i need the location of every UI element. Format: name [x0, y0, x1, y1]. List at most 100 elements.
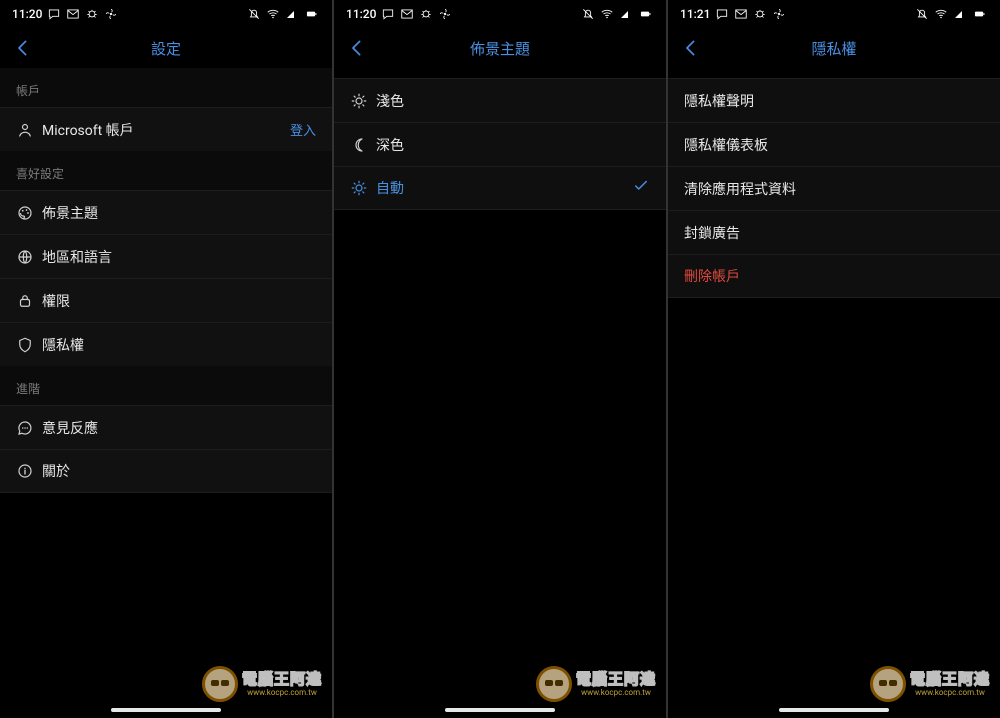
row-label: 意見反應	[42, 418, 316, 438]
watermark-avatar-icon	[870, 666, 906, 702]
mute-icon	[247, 7, 261, 21]
row-clear-app-data[interactable]: 清除應用程式資料	[668, 166, 1000, 210]
chat-icon	[47, 7, 61, 21]
row-block-ads[interactable]: 封鎖廣告	[668, 210, 1000, 254]
wifi-icon	[600, 7, 614, 21]
chat-icon	[381, 7, 395, 21]
gmail-icon	[400, 7, 414, 21]
watermark-avatar-icon	[202, 666, 238, 702]
home-indicator[interactable]	[445, 708, 555, 712]
status-bar: 11:20	[334, 0, 666, 28]
row-permissions[interactable]: 權限	[0, 278, 332, 322]
check-icon	[632, 177, 650, 199]
signal-icon	[619, 8, 631, 20]
row-ms-account[interactable]: Microsoft 帳戶 登入	[0, 107, 332, 151]
row-label: 深色	[376, 135, 650, 155]
watermark: 電腦王阿達 www.kocpc.com.tw	[870, 666, 990, 702]
row-theme-auto[interactable]: 自動	[334, 166, 666, 210]
battery-icon	[636, 7, 654, 21]
status-bar: 11:21	[668, 0, 1000, 28]
battery-icon	[970, 7, 988, 21]
battery-icon	[302, 7, 320, 21]
nav-bar: 設定	[0, 28, 332, 68]
row-privacy-dashboard[interactable]: 隱私權儀表板	[668, 122, 1000, 166]
section-advanced: 進階	[0, 366, 332, 405]
row-label: 隱私權聲明	[684, 91, 984, 111]
row-label: 地區和語言	[42, 247, 316, 267]
watermark-url: www.kocpc.com.tw	[242, 689, 322, 697]
lock-icon	[16, 292, 42, 310]
bug-icon	[753, 7, 767, 21]
watermark-url: www.kocpc.com.tw	[910, 689, 990, 697]
bug-icon	[419, 7, 433, 21]
status-time: 11:20	[346, 7, 376, 21]
shield-icon	[16, 336, 42, 354]
page-title: 佈景主題	[334, 38, 666, 59]
screen-theme: 11:20 佈景主題 淺色 深色 自動	[334, 0, 666, 718]
row-feedback[interactable]: 意見反應	[0, 405, 332, 449]
row-region[interactable]: 地區和語言	[0, 234, 332, 278]
chat-icon	[715, 7, 729, 21]
wifi-icon	[934, 7, 948, 21]
row-about[interactable]: 關於	[0, 449, 332, 493]
back-button[interactable]	[344, 34, 372, 62]
back-button[interactable]	[10, 34, 38, 62]
row-label: 關於	[42, 461, 316, 481]
moon-icon	[350, 136, 376, 154]
bug-icon	[85, 7, 99, 21]
home-indicator[interactable]	[111, 708, 221, 712]
watermark-title: 電腦王阿達	[910, 672, 990, 687]
globe-icon	[16, 248, 42, 266]
screen-settings: 11:20 設定 帳戶 Microsoft 帳戶 登入 喜好設定 佈景主題	[0, 0, 332, 718]
row-label: 封鎖廣告	[684, 223, 984, 243]
status-time: 11:21	[680, 7, 710, 21]
row-delete-account[interactable]: 刪除帳戶	[668, 254, 1000, 298]
row-label: 刪除帳戶	[684, 266, 984, 286]
watermark-url: www.kocpc.com.tw	[576, 689, 656, 697]
info-icon	[16, 462, 42, 480]
section-account: 帳戶	[0, 68, 332, 107]
watermark: 電腦王阿達 www.kocpc.com.tw	[536, 666, 656, 702]
row-privacy[interactable]: 隱私權	[0, 322, 332, 366]
watermark-title: 電腦王阿達	[242, 672, 322, 687]
row-theme-light[interactable]: 淺色	[334, 78, 666, 122]
page-title: 隱私權	[668, 38, 1000, 59]
mute-icon	[581, 7, 595, 21]
signal-icon	[953, 8, 965, 20]
screen-privacy: 11:21 隱私權 隱私權聲明 隱私權儀表板 清除應用程式資料 封鎖廣告	[668, 0, 1000, 718]
row-label: 佈景主題	[42, 203, 316, 223]
sun-icon	[350, 179, 376, 197]
fan-icon	[438, 7, 452, 21]
mute-icon	[915, 7, 929, 21]
row-label: 淺色	[376, 91, 650, 111]
fan-icon	[104, 7, 118, 21]
status-time: 11:20	[12, 7, 42, 21]
sun-icon	[350, 92, 376, 110]
signal-icon	[285, 8, 297, 20]
row-privacy-statement[interactable]: 隱私權聲明	[668, 78, 1000, 122]
watermark-avatar-icon	[536, 666, 572, 702]
watermark: 電腦王阿達 www.kocpc.com.tw	[202, 666, 322, 702]
row-label: 權限	[42, 291, 316, 311]
status-bar: 11:20	[0, 0, 332, 28]
row-theme[interactable]: 佈景主題	[0, 190, 332, 234]
row-label: Microsoft 帳戶	[42, 120, 290, 140]
chat-bubble-icon	[16, 419, 42, 437]
section-prefs: 喜好設定	[0, 151, 332, 190]
home-indicator[interactable]	[779, 708, 889, 712]
wifi-icon	[266, 7, 280, 21]
fan-icon	[772, 7, 786, 21]
nav-bar: 佈景主題	[334, 28, 666, 68]
user-icon	[16, 121, 42, 139]
page-title: 設定	[0, 38, 332, 59]
watermark-title: 電腦王阿達	[576, 672, 656, 687]
signin-link[interactable]: 登入	[290, 120, 316, 139]
row-label: 自動	[376, 178, 632, 198]
nav-bar: 隱私權	[668, 28, 1000, 68]
row-theme-dark[interactable]: 深色	[334, 122, 666, 166]
back-button[interactable]	[678, 34, 706, 62]
palette-icon	[16, 204, 42, 222]
row-label: 隱私權儀表板	[684, 135, 984, 155]
gmail-icon	[66, 7, 80, 21]
row-label: 隱私權	[42, 335, 316, 355]
